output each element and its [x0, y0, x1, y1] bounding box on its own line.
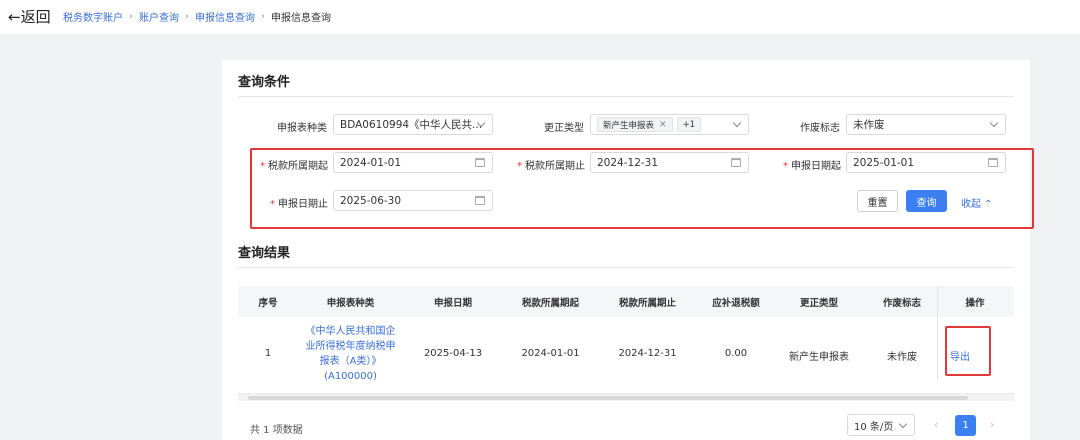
required-mark: * — [517, 161, 522, 172]
void-flag-label: 作废标志 — [800, 123, 840, 134]
column-header-period-start: 税款所属期起 — [521, 298, 579, 309]
breadcrumb-item-tax-account[interactable]: 税务数字账户 — [63, 9, 123, 24]
report-type-link[interactable]: 《中华人民共和国企 业所得税年度纳税申 报表（A类）》 (A100000) — [303, 324, 398, 384]
row-declare-date: 2025-04-13 — [423, 348, 483, 359]
reset-button[interactable]: 重置 — [857, 190, 898, 212]
action-column-divider — [937, 286, 938, 380]
calendar-icon — [475, 158, 485, 167]
void-flag-value: 未作废 — [853, 119, 885, 131]
prev-page-icon[interactable]: ‹ — [934, 418, 938, 431]
close-icon[interactable]: ✕ — [659, 120, 667, 130]
tax-period-end-input[interactable]: 2024-12-31 — [590, 152, 749, 173]
calendar-icon — [731, 158, 741, 167]
horizontal-scrollbar[interactable] — [238, 393, 1014, 401]
declare-date-start-input[interactable]: 2025-01-01 — [846, 152, 1006, 173]
page-number-current[interactable]: 1 — [955, 415, 976, 436]
tax-period-start-input[interactable]: 2024-01-01 — [333, 152, 493, 173]
tax-period-end-value: 2024-12-31 — [597, 156, 659, 169]
void-flag-select[interactable]: 未作废 — [846, 114, 1006, 135]
table-header: 序号 申报表种类 申报日期 税款所属期起 税款所属期止 应补退税额 更正类型 作… — [238, 286, 1014, 317]
tax-period-start-value: 2024-01-01 — [340, 156, 402, 169]
column-header-tax-due: 应补退税额 — [712, 298, 760, 309]
column-header-declare-date: 申报日期 — [433, 298, 472, 309]
results-section-title: 查询结果 — [238, 246, 291, 261]
row-index: 1 — [264, 348, 272, 359]
divider — [238, 267, 1014, 268]
breadcrumb-separator-icon: › — [129, 11, 133, 22]
correction-type-tag: 新产生申报表 ✕ — [597, 117, 673, 132]
required-mark: * — [783, 161, 788, 172]
row-void-flag: 未作废 — [887, 352, 917, 363]
column-header-index: 序号 — [258, 298, 278, 309]
next-page-icon[interactable]: › — [990, 418, 994, 431]
tax-period-start-label: * 税款所属期起 — [260, 161, 328, 172]
collapse-link[interactable]: 收起 ⌃ — [961, 195, 993, 210]
breadcrumb-separator-icon: › — [185, 11, 189, 22]
correction-type-tag-label: 新产生申报表 — [603, 120, 655, 131]
row-tax-due: 0.00 — [724, 348, 748, 359]
correction-type-label: 更正类型 — [544, 123, 584, 134]
breadcrumb-separator-icon: › — [261, 11, 265, 22]
column-header-correction-type: 更正类型 — [799, 298, 838, 309]
page-size-value: 10 条/页 — [854, 421, 894, 433]
row-period-start: 2024-01-01 — [521, 348, 580, 359]
row-period-end: 2024-12-31 — [618, 348, 677, 359]
report-type-select[interactable]: BDA0610994《中华人民共... — [333, 114, 493, 135]
column-header-action: 操作 — [965, 298, 985, 309]
search-button[interactable]: 查询 — [906, 190, 947, 212]
declare-date-end-input[interactable]: 2025-06-30 — [333, 190, 493, 211]
calendar-icon — [988, 158, 998, 167]
divider — [238, 96, 1014, 97]
column-header-report-type: 申报表种类 — [326, 298, 375, 309]
required-mark: * — [270, 199, 275, 210]
back-button[interactable]: ←返回 — [8, 6, 51, 27]
declare-date-end-label: * 申报日期止 — [270, 199, 328, 210]
correction-type-more-tag: +1 — [676, 117, 702, 132]
column-header-void-flag: 作废标志 — [882, 298, 921, 309]
query-section-title: 查询条件 — [238, 75, 291, 90]
chevron-down-icon — [989, 118, 999, 128]
main-card: 查询条件 申报表种类 BDA0610994《中华人民共... 更正类型 新产生申… — [222, 60, 1034, 440]
report-type-value: BDA0610994《中华人民共... — [340, 119, 483, 131]
page-size-select[interactable]: 10 条/页 — [847, 414, 915, 436]
scrollbar-thumb[interactable] — [248, 396, 968, 400]
report-type-label: 申报表种类 — [277, 123, 327, 134]
required-mark: * — [260, 161, 265, 172]
pagination-total: 共 1 项数据 — [250, 425, 303, 436]
breadcrumb-item-declare-query[interactable]: 申报信息查询 — [195, 9, 255, 24]
breadcrumb: 税务数字账户 › 账户查询 › 申报信息查询 › 申报信息查询 — [63, 9, 331, 24]
top-bar: ←返回 税务数字账户 › 账户查询 › 申报信息查询 › 申报信息查询 — [0, 0, 1080, 34]
declare-date-start-label: * 申报日期起 — [783, 161, 841, 172]
tax-period-end-label: * 税款所属期止 — [517, 161, 585, 172]
highlight-box-export — [945, 326, 991, 376]
correction-type-select[interactable]: 新产生申报表 ✕ +1 — [590, 114, 749, 135]
row-correction-type: 新产生申报表 — [789, 352, 849, 363]
breadcrumb-item-account-query[interactable]: 账户查询 — [139, 9, 179, 24]
chevron-down-icon — [732, 118, 742, 128]
declare-date-start-value: 2025-01-01 — [853, 156, 915, 169]
breadcrumb-item-current: 申报信息查询 — [271, 13, 331, 24]
column-header-period-end: 税款所属期止 — [618, 298, 676, 309]
declare-date-end-value: 2025-06-30 — [340, 194, 402, 207]
chevron-down-icon — [898, 419, 908, 429]
calendar-icon — [475, 196, 485, 205]
